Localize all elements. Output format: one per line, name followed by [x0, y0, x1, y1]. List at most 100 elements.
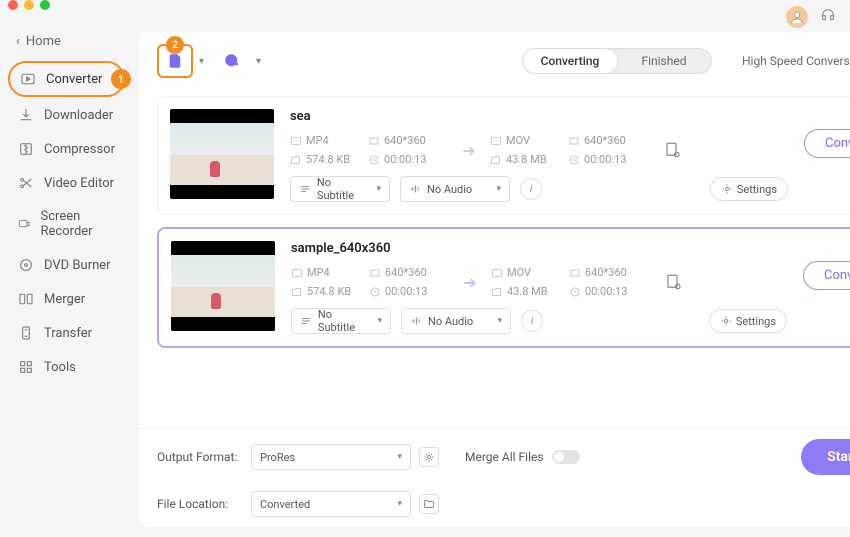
dst-resolution: 640*360: [568, 134, 648, 147]
add-file-icon: [166, 52, 184, 70]
dst-format: MOV: [490, 134, 562, 147]
add-url-button[interactable]: [214, 44, 250, 78]
conversion-item[interactable]: sea MP4 640*360 ➔ MOV 640*360 574.8 KB 0…: [157, 96, 850, 215]
output-format-label: Output Format:: [157, 450, 243, 464]
dst-duration: 00:00:13: [568, 153, 648, 166]
info-button[interactable]: i: [521, 310, 543, 332]
conversion-list: sea MP4 640*360 ➔ MOV 640*360 574.8 KB 0…: [139, 90, 850, 428]
minimize-window-icon[interactable]: [24, 0, 34, 10]
src-format: MP4: [290, 134, 362, 147]
dst-resolution: 640*360: [569, 266, 649, 279]
sidebar-item-label: Merger: [44, 292, 85, 307]
converter-icon: [20, 71, 36, 87]
conversion-item[interactable]: sample_640x360 MP4 640*360 ➔ MOV 640*360…: [157, 227, 850, 348]
edit-output-button[interactable]: [655, 273, 693, 291]
convert-button[interactable]: Convert: [804, 129, 850, 158]
sidebar-item-label: Video Editor: [44, 176, 114, 191]
scissors-icon: [18, 175, 34, 191]
sidebar-item-compressor[interactable]: Compressor: [8, 133, 125, 165]
sidebar-item-label: Transfer: [44, 326, 92, 341]
dst-size: 43.8 MB: [491, 285, 563, 298]
sidebar-item-label: Converter: [46, 72, 102, 87]
toolbar-badge-2: 2: [166, 36, 184, 54]
tab-finished[interactable]: Finished: [617, 49, 711, 73]
sidebar-item-tools[interactable]: Tools: [8, 351, 125, 383]
video-thumbnail[interactable]: [171, 241, 275, 331]
high-speed-conversion: High Speed Conversion: [742, 53, 850, 69]
output-format-value: ProRes: [260, 451, 295, 464]
sidebar-item-label: Downloader: [44, 108, 113, 123]
src-size: 574.8 KB: [291, 285, 363, 298]
main-panel: 2 ▾ ▾ Converting Finished High Speed Con…: [139, 32, 850, 527]
src-resolution: 640*360: [368, 134, 448, 147]
sidebar-nav: Converter 1 Downloader Compressor Video …: [8, 61, 125, 383]
user-avatar[interactable]: [786, 6, 808, 28]
sidebar-item-label: Screen Recorder: [41, 209, 115, 239]
sidebar-item-transfer[interactable]: Transfer: [8, 317, 125, 349]
compressor-icon: [18, 141, 34, 157]
disc-icon: [18, 257, 34, 273]
edit-output-button[interactable]: [654, 141, 692, 159]
arrow-icon: ➔: [454, 141, 484, 160]
sidebar-item-video-editor[interactable]: Video Editor: [8, 167, 125, 199]
convert-button[interactable]: Convert: [803, 261, 850, 290]
arrow-icon: ➔: [455, 273, 485, 292]
chevron-down-icon: ▾: [397, 452, 402, 462]
start-all-button[interactable]: Start All: [801, 439, 850, 475]
tab-switch: Converting Finished: [522, 48, 712, 74]
subtitle-select[interactable]: No Subtitle▾: [291, 308, 391, 334]
sidebar-item-merger[interactable]: Merger: [8, 283, 125, 315]
merge-toggle[interactable]: [552, 450, 580, 464]
chevron-left-icon: ‹: [16, 34, 20, 49]
output-format-settings-button[interactable]: [419, 447, 439, 467]
sidebar-item-label: DVD Burner: [44, 258, 111, 273]
output-format-select[interactable]: ProRes ▾: [251, 444, 411, 470]
add-file-button[interactable]: 2: [157, 44, 193, 78]
file-location-select[interactable]: Converted ▾: [251, 491, 411, 517]
item-info: sea MP4 640*360 ➔ MOV 640*360 574.8 KB 0…: [290, 109, 788, 202]
maximize-window-icon[interactable]: [40, 0, 50, 10]
src-format: MP4: [291, 266, 363, 279]
sidebar-item-screen-recorder[interactable]: Screen Recorder: [8, 201, 125, 247]
add-file-dropdown[interactable]: ▾: [199, 56, 204, 67]
download-icon: [18, 107, 34, 123]
info-button[interactable]: i: [520, 178, 542, 200]
subtitle-select[interactable]: No Subtitle▾: [290, 176, 390, 202]
dst-duration: 00:00:13: [569, 285, 649, 298]
video-thumbnail[interactable]: [170, 109, 274, 199]
audio-select[interactable]: No Audio▾: [401, 308, 511, 334]
item-settings-button[interactable]: Settings: [709, 309, 787, 333]
open-folder-button[interactable]: [419, 494, 439, 514]
back-home[interactable]: ‹ Home: [8, 30, 125, 53]
sidebar-item-label: Tools: [44, 360, 76, 375]
sidebar-badge-1: 1: [111, 69, 131, 89]
src-duration: 00:00:13: [369, 285, 449, 298]
tab-converting[interactable]: Converting: [523, 49, 617, 73]
tools-icon: [18, 359, 34, 375]
footer: Output Format: ProRes ▾ Merge All Files …: [139, 428, 850, 527]
transfer-icon: [18, 325, 34, 341]
src-duration: 00:00:13: [368, 153, 448, 166]
item-title: sample_640x360: [291, 241, 787, 256]
support-icon[interactable]: [820, 7, 836, 27]
audio-select[interactable]: No Audio▾: [400, 176, 510, 202]
add-url-dropdown[interactable]: ▾: [256, 56, 261, 67]
dst-size: 43.8 MB: [490, 153, 562, 166]
file-location-value: Converted: [260, 498, 310, 511]
item-settings-button[interactable]: Settings: [710, 177, 788, 201]
src-size: 574.8 KB: [290, 153, 362, 166]
screen-recorder-icon: [18, 216, 31, 232]
item-title: sea: [290, 109, 788, 124]
add-url-icon: [223, 52, 241, 70]
sidebar-item-dvd-burner[interactable]: DVD Burner: [8, 249, 125, 281]
dst-format: MOV: [491, 266, 563, 279]
merge-label: Merge All Files: [465, 450, 544, 464]
sidebar-item-converter[interactable]: Converter 1: [8, 61, 125, 97]
src-resolution: 640*360: [369, 266, 449, 279]
sidebar: ‹ Home Converter 1 Downloader Compressor…: [0, 10, 133, 537]
merger-icon: [18, 291, 34, 307]
back-label: Home: [26, 34, 61, 49]
high-speed-label: High Speed Conversion: [742, 54, 850, 68]
close-window-icon[interactable]: [8, 0, 18, 10]
sidebar-item-downloader[interactable]: Downloader: [8, 99, 125, 131]
